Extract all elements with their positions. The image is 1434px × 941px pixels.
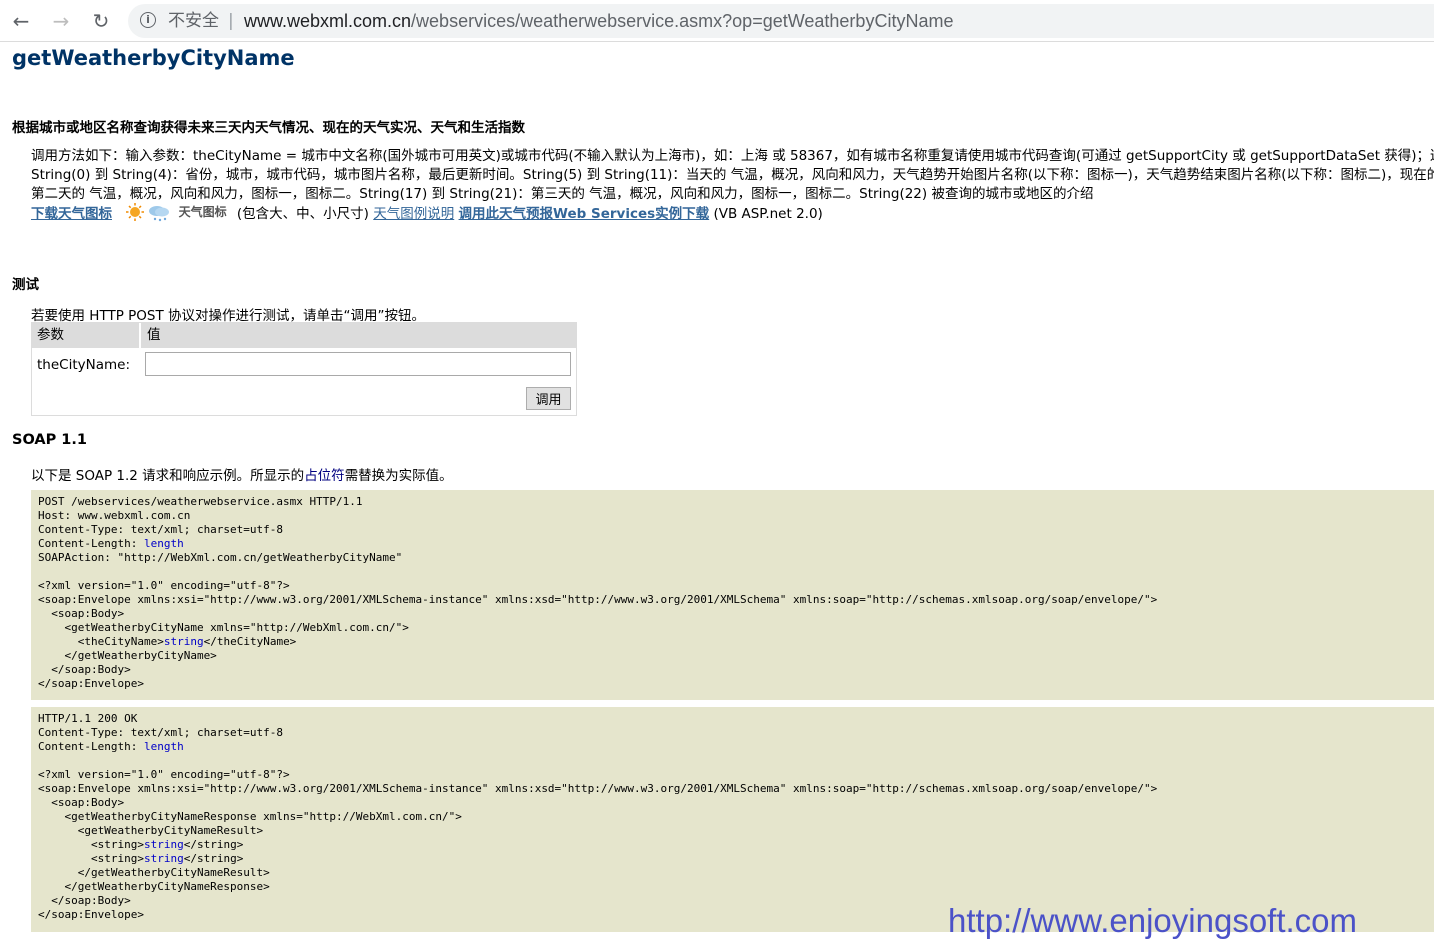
download-weather-icons-link[interactable]: 下载天气图标 <box>31 206 112 222</box>
soap-request-sample: POST /webservices/weatherwebservice.asmx… <box>31 490 1434 700</box>
code-line: </getWeatherbyCityName> <box>38 649 217 662</box>
info-icon[interactable]: i <box>140 12 156 28</box>
code-line: <getWeatherbyCityName xmlns="http://WebX… <box>38 621 409 634</box>
soap-heading: SOAP 1.1 <box>12 432 87 448</box>
value-column-header: 值 <box>147 327 161 343</box>
test-heading: 测试 <box>12 277 39 293</box>
url-path: /webservices/weatherwebservice.asmx?op=g… <box>411 11 954 31</box>
code-line: <string>string</string> <box>38 838 1434 852</box>
test-intro: 若要使用 HTTP POST 协议对操作进行测试，请单击“调用”按钮。 <box>31 308 425 324</box>
code-placeholder: string <box>163 635 204 648</box>
example-platform-note: (VB ASP.net 2.0) <box>713 206 823 222</box>
code-text: </theCityName> <box>203 635 297 648</box>
code-text: </string> <box>183 838 244 851</box>
code-text: <string> <box>38 852 144 865</box>
soap-intro-text: 以下是 SOAP 1.2 请求和响应示例。所显示的 <box>31 468 305 484</box>
soap-response-sample: HTTP/1.1 200 OK Content-Type: text/xml; c… <box>31 707 1434 932</box>
code-line: <soap:Envelope xmlns:xsi="http://www.w3.… <box>38 593 1158 606</box>
doc-line: String(0) 到 String(4)：省份，城市，城市代码，城市图片名称，… <box>31 167 1434 183</box>
weather-icons-image: 天气图标 <box>126 202 227 222</box>
city-name-input[interactable] <box>145 352 571 376</box>
code-placeholder: string <box>143 838 184 851</box>
code-text: <string> <box>38 838 144 851</box>
test-form: 参数 值 theCityName: 调用 <box>31 322 577 416</box>
code-text: Content-Length: <box>38 537 144 550</box>
code-line: HTTP/1.1 200 OK <box>38 712 138 725</box>
soap-intro: 以下是 SOAP 1.2 请求和响应示例。所显示的占位符需替换为实际值。 <box>31 464 453 484</box>
browser-toolbar: ← → ↻ i 不安全 | www.webxml.com.cn/webservi… <box>0 0 1434 42</box>
icon-sizes-note: (包含大、中、小尺寸) <box>236 206 369 222</box>
code-line: POST /webservices/weatherwebservice.asmx… <box>38 495 363 508</box>
code-line: <getWeatherbyCityNameResponse xmlns="htt… <box>38 810 462 823</box>
doc-line: 调用方法如下：输入参数：theCityName = 城市中文名称(国外城市可用英… <box>31 148 1434 164</box>
example-download-link[interactable]: 调用此天气预报Web Services实例下载 <box>459 206 710 222</box>
weather-legend-link[interactable]: 天气图例说明 <box>373 206 454 222</box>
code-placeholder: length <box>143 537 184 550</box>
security-status-label[interactable]: 不安全 <box>168 4 219 38</box>
url-text[interactable]: www.webxml.com.cn/webservices/weatherweb… <box>244 4 953 38</box>
placeholder-term: 占位符 <box>304 468 345 484</box>
code-line: </soap:Envelope> <box>38 677 144 690</box>
back-arrow-icon[interactable]: ← <box>8 8 34 34</box>
invoke-button[interactable]: 调用 <box>526 387 571 410</box>
doc-links-line: 下载天气图标 天气图标 (包含大、中、小尺寸) 天气图例说明 调用此天气预报We… <box>31 202 1434 224</box>
code-line: Content-Length: length <box>38 740 1434 754</box>
address-bar[interactable]: i 不安全 | www.webxml.com.cn/webservices/we… <box>128 4 1434 38</box>
code-line: </soap:Body> <box>38 663 131 676</box>
doc-line: 第二天的 气温，概况，风向和风力，图标一，图标二。String(17) 到 St… <box>31 186 1094 202</box>
code-line: <?xml version="1.0" encoding="utf-8"?> <box>38 579 290 592</box>
code-line: Content-Length: length <box>38 537 1434 551</box>
code-text: Content-Length: <box>38 740 144 753</box>
code-line: <soap:Body> <box>38 607 125 620</box>
code-line: SOAPAction: "http://WebXml.com.cn/getWea… <box>38 551 403 564</box>
code-line: Content-Type: text/xml; charset=utf-8 <box>38 523 284 536</box>
code-line: Host: www.webxml.com.cn <box>38 509 191 522</box>
code-line: <?xml version="1.0" encoding="utf-8"?> <box>38 768 290 781</box>
soap-intro-text: 需替换为实际值。 <box>344 468 453 484</box>
operation-documentation: 调用方法如下：输入参数：theCityName = 城市中文名称(国外城市可用英… <box>31 147 1434 224</box>
operation-description-title: 根据城市或地区名称查询获得未来三天内天气情况、现在的天气实况、天气和生活指数 <box>12 120 525 136</box>
city-name-label: theCityName: <box>37 357 130 373</box>
weather-icons-caption: 天气图标 <box>178 204 227 219</box>
page-title: getWeatherbyCityName <box>12 46 295 70</box>
code-line: <string>string</string> <box>38 852 1434 866</box>
code-text: <theCityName> <box>38 635 164 648</box>
code-line: </getWeatherbyCityNameResult> <box>38 866 270 879</box>
reload-icon[interactable]: ↻ <box>88 8 114 34</box>
param-column-header: 参数 <box>37 327 64 343</box>
code-line: Content-Type: text/xml; charset=utf-8 <box>38 726 284 739</box>
code-line: <theCityName>string</theCityName> <box>38 635 1434 649</box>
code-line: <getWeatherbyCityNameResult> <box>38 824 264 837</box>
code-line: <soap:Body> <box>38 796 125 809</box>
form-header: 参数 值 <box>32 323 576 348</box>
code-line: </getWeatherbyCityNameResponse> <box>38 880 270 893</box>
code-text: </string> <box>183 852 244 865</box>
address-separator: | <box>228 11 234 31</box>
sun-cloud-icon <box>126 203 170 222</box>
forward-arrow-icon[interactable]: → <box>48 8 74 34</box>
code-placeholder: string <box>143 852 184 865</box>
code-placeholder: length <box>143 740 184 753</box>
header-divider <box>139 323 141 348</box>
page-content: getWeatherbyCityName 根据城市或地区名称查询获得未来三天内天… <box>0 42 1434 941</box>
watermark-text: http://www.enjoyingsoft.com <box>948 902 1358 939</box>
code-line: <soap:Envelope xmlns:xsi="http://www.w3.… <box>38 782 1158 795</box>
url-host: www.webxml.com.cn <box>244 11 412 31</box>
